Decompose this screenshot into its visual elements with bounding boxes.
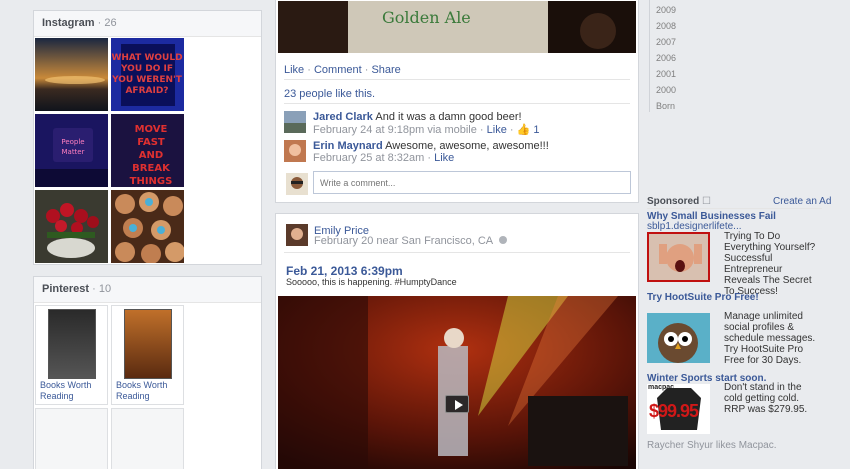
share-link[interactable]: Share [371,64,400,76]
pinterest-card-empty[interactable] [35,408,108,469]
divider [647,208,822,209]
svg-text:AFRAID?: AFRAID? [125,86,168,96]
timeline-year-2009[interactable]: 2009 [656,5,676,15]
post-text: Sooooo, this is happening. #HumptyDance [286,277,457,287]
instagram-photo-move-fast-poster[interactable]: MOVE FAST AND BREAK THINGS [111,114,184,187]
comment-like-link[interactable]: Like [434,152,454,164]
thumbs-up-icon[interactable]: 👍 [517,124,531,136]
svg-text:MOVE: MOVE [135,124,168,135]
svg-text:YOU WEREN'T: YOU WEREN'T [111,75,183,85]
sponsored-label: Sponsored ☐ [647,196,711,207]
timeline-year-2001[interactable]: 2001 [656,69,676,79]
post-actions: Like · Comment · Share [284,64,401,76]
timeline-year-2007[interactable]: 2007 [656,37,676,47]
comment-meta: February 25 at 8:32am [313,152,425,164]
like-link[interactable]: Like [284,64,304,76]
instagram-photo-neon-sign[interactable]: People Matter [35,114,108,187]
svg-text:Golden Ale: Golden Ale [382,8,471,27]
post-photo-golden-ale[interactable]: Golden Ale [278,1,636,53]
pinterest-card-label[interactable]: Books Worth Reading [40,380,107,402]
comment-link[interactable]: Comment [314,64,362,76]
ad-image-screaming-man[interactable] [647,232,710,282]
timeline-year-2000[interactable]: 2000 [656,85,676,95]
action-separator: · [304,64,314,76]
create-ad-link[interactable]: Create an Ad [773,196,831,207]
ad-brand: macpac [648,384,675,391]
ad-text: Manage unlimited social profiles & sched… [724,311,816,366]
comment-text: Awesome, awesome, awesome!!! [385,140,549,152]
instagram-photo-afraid-poster[interactable]: WHAT WOULD YOU DO IF YOU WEREN'T AFRAID? [111,38,184,111]
ad-social-context: Raycher Shyur likes Macpac. [647,440,777,451]
timeline-year-born[interactable]: Born [656,101,675,111]
pinterest-header[interactable]: Pinterest · 10 [34,277,261,303]
svg-text:THINGS: THINGS [130,176,173,187]
comment-item: Erin Maynard Awesome, awesome, awesome!!… [284,140,630,166]
avatar[interactable] [284,140,306,162]
instagram-photo-cupcakes[interactable] [111,190,184,263]
instagram-header[interactable]: Instagram · 26 [34,11,261,37]
play-icon[interactable] [445,395,469,413]
pinterest-count: · 10 [92,283,112,295]
comment-author[interactable]: Jared Clark [313,111,373,123]
comment-text: And it was a damn good beer! [375,111,522,123]
ad-price: $99.95 [649,401,699,421]
author-avatar[interactable] [286,224,308,246]
divider [284,79,630,80]
globe-icon[interactable] [498,236,507,244]
pinterest-card-empty[interactable] [111,408,184,469]
pinterest-card[interactable]: Books Worth Reading [111,305,184,405]
post-video[interactable] [278,296,636,469]
timeline-year-2008[interactable]: 2008 [656,21,676,31]
avatar[interactable] [284,111,306,133]
post-card-beer: Golden Ale Like · Comment · Share 23 peo… [275,0,639,203]
pinterest-title[interactable]: Pinterest [42,283,89,295]
post-card-emily: Emily Price February 20 near San Francis… [275,213,639,469]
svg-text:YOU DO IF: YOU DO IF [120,64,173,74]
post-meta-text: February 20 near San Francisco, CA [314,235,493,247]
pinterest-card-label[interactable]: Books Worth Reading [116,380,183,402]
ad-text: Don't stand in the cold getting cold. RR… [724,382,808,415]
likes-count-link[interactable]: 23 people like this. [284,88,375,100]
book-cover-dark [48,309,96,379]
instagram-photo-roses[interactable] [35,190,108,263]
svg-text:People: People [61,138,84,146]
current-user-avatar[interactable] [286,173,308,195]
ad-choices-icon[interactable]: ☐ [702,196,711,207]
book-cover-harry-potter [124,309,172,379]
action-separator: · [361,64,372,76]
post-date-heading[interactable]: Feb 21, 2013 6:39pm [286,264,403,278]
post-meta: February 20 near San Francisco, CA [314,235,507,247]
svg-text:BREAK: BREAK [132,163,171,174]
comment-item: Jared Clark And it was a damn good beer!… [284,111,630,137]
ad-text: Trying To Do Everything Yourself? Succes… [724,231,816,297]
instagram-title[interactable]: Instagram [42,17,95,29]
ad-image-macpac-jacket[interactable]: macpac $99.95 [647,384,710,434]
svg-text:FAST: FAST [137,137,165,148]
divider [284,252,630,253]
comment-input[interactable] [313,171,631,194]
svg-text:Matter: Matter [61,148,84,156]
instagram-photo-sunset[interactable] [35,38,108,111]
divider [284,103,630,104]
instagram-count: · 26 [97,17,117,29]
pinterest-card[interactable]: Books Worth Reading [35,305,108,405]
timeline-year-2006[interactable]: 2006 [656,53,676,63]
svg-text:WHAT WOULD: WHAT WOULD [111,53,182,63]
comment-like-count[interactable]: 1 [533,124,539,136]
ad-title[interactable]: Try HootSuite Pro Free! [647,292,759,303]
comment-author[interactable]: Erin Maynard [313,140,383,152]
comment-meta: February 24 at 9:18pm via mobile [313,124,477,136]
ad-image-owl[interactable] [647,313,710,363]
comment-like-link[interactable]: Like [487,124,507,136]
svg-text:AND: AND [139,150,163,161]
